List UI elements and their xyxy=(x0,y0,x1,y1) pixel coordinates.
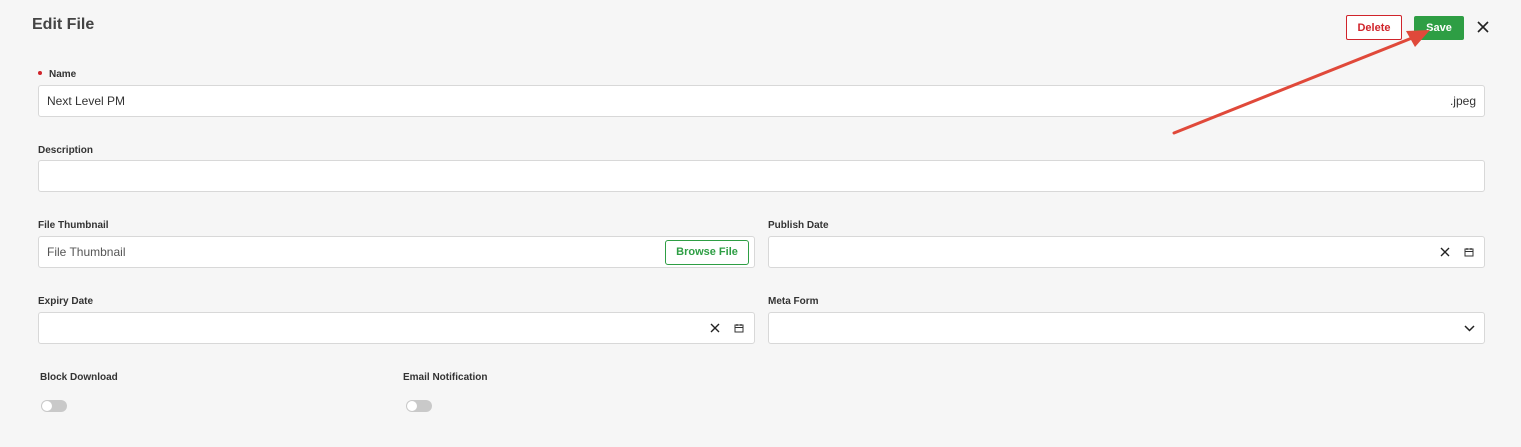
name-label: Name xyxy=(38,69,76,80)
save-button[interactable]: Save xyxy=(1414,16,1464,40)
clear-icon[interactable] xyxy=(1438,245,1452,259)
toggle-knob xyxy=(42,401,52,411)
page-title: Edit File xyxy=(32,16,95,33)
file-extension: .jpeg xyxy=(1449,94,1476,108)
expiry-date-field[interactable] xyxy=(38,312,755,344)
name-value: Next Level PM xyxy=(47,94,126,108)
calendar-icon[interactable] xyxy=(1462,245,1476,259)
name-field[interactable]: Next Level PM .jpeg xyxy=(38,85,1485,117)
meta-form-label: Meta Form xyxy=(768,296,819,307)
close-icon[interactable] xyxy=(1474,18,1492,36)
email-notification-toggle[interactable] xyxy=(406,400,432,412)
file-thumbnail-label: File Thumbnail xyxy=(38,220,109,231)
description-field[interactable] xyxy=(38,160,1485,192)
publish-date-field[interactable] xyxy=(768,236,1485,268)
file-thumbnail-field[interactable]: File Thumbnail Browse File xyxy=(38,236,755,268)
expiry-date-label: Expiry Date xyxy=(38,296,94,307)
annotation-arrow xyxy=(1172,30,1430,135)
description-label: Description xyxy=(38,145,94,156)
publish-date-label: Publish Date xyxy=(768,220,829,231)
calendar-icon[interactable] xyxy=(732,321,746,335)
clear-icon[interactable] xyxy=(708,321,722,335)
required-indicator xyxy=(38,71,42,76)
block-download-toggle[interactable] xyxy=(41,400,67,412)
browse-file-button[interactable]: Browse File xyxy=(665,239,749,265)
email-notification-label: Email Notification xyxy=(403,372,488,383)
file-thumbnail-placeholder: File Thumbnail xyxy=(47,245,126,259)
block-download-label: Block Download xyxy=(40,372,118,383)
toggle-knob xyxy=(407,401,417,411)
chevron-down-icon xyxy=(1462,321,1476,335)
delete-button[interactable]: Delete xyxy=(1346,15,1402,40)
meta-form-select[interactable] xyxy=(768,312,1485,344)
